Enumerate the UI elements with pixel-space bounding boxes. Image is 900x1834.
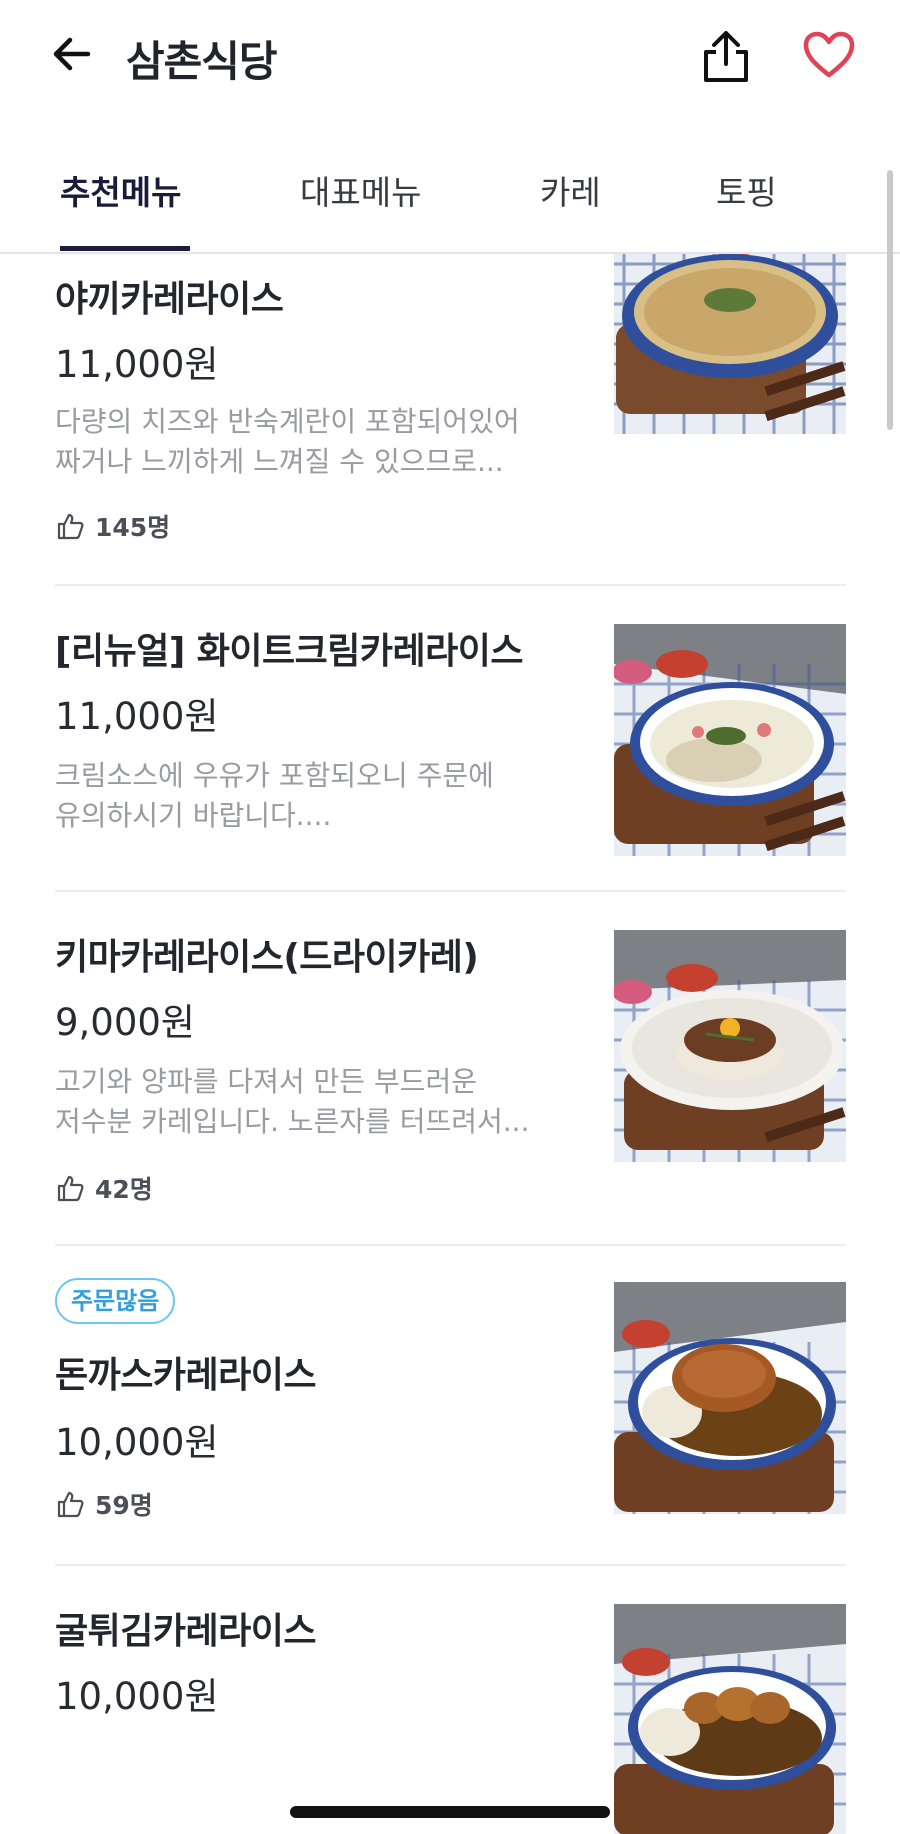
page-title: 삼촌식당 <box>126 37 278 86</box>
menu-item-price: 10,000원 <box>55 1421 219 1464</box>
menu-item-photo <box>614 254 846 434</box>
thumbs-up-icon <box>57 1175 84 1202</box>
thumbs-up-icon <box>57 1491 84 1518</box>
menu-item-photo <box>614 1604 846 1834</box>
menu-item-description: 고기와 양파를 다져서 만든 부드러운 저수분 카레입니다. 노른자를 터뜨려서… <box>55 1062 575 1142</box>
menu-item[interactable]: 굴튀김카레라이스 10,000원 <box>0 1566 900 1834</box>
like-count: 42명 <box>55 1170 153 1206</box>
description-line: 고기와 양파를 다져서 만든 부드러운 <box>55 1065 478 1098</box>
menu-item-name: 돈까스카레라이스 <box>55 1355 316 1396</box>
description-line: 다량의 치즈와 반숙계란이 포함되어있어 <box>55 405 520 438</box>
popular-badge: 주문많음 <box>55 1278 176 1324</box>
menu-item[interactable]: 키마카레라이스(드라이카레) 9,000원 고기와 양파를 다져서 만든 부드러… <box>0 892 900 1244</box>
menu-item-name: 야끼카레라이스 <box>55 279 284 320</box>
share-button[interactable] <box>700 28 752 84</box>
thumbs-up-icon <box>57 513 84 540</box>
active-tab-indicator <box>60 246 190 251</box>
menu-list: 야끼카레라이스 11,000원 다량의 치즈와 반숙계란이 포함되어있어 짜거나… <box>0 254 900 1834</box>
category-tabs: 추천메뉴 대표메뉴 카레 토핑 <box>0 150 900 254</box>
menu-item[interactable]: 주문많음 돈까스카레라이스 10,000원 59명 <box>0 1246 900 1566</box>
menu-item-photo <box>614 624 846 856</box>
menu-item-price: 11,000원 <box>55 695 219 738</box>
like-count: 59명 <box>55 1486 153 1522</box>
menu-item-photo <box>614 1282 846 1514</box>
menu-item[interactable]: [리뉴얼] 화이트크림카레라이스 11,000원 크림소스에 우유가 포함되오니… <box>0 586 900 892</box>
menu-item-name: [리뉴얼] 화이트크림카레라이스 <box>55 631 524 672</box>
menu-item-photo <box>614 930 846 1162</box>
menu-item-price: 11,000원 <box>55 343 219 386</box>
description-line: 저수분 카레입니다. 노른자를 터뜨려서... <box>55 1105 530 1138</box>
tab-signature[interactable]: 대표메뉴 <box>300 166 421 214</box>
favorite-button[interactable] <box>802 30 856 80</box>
heart-icon <box>803 31 855 78</box>
like-count-label: 145명 <box>95 513 171 542</box>
description-line: 짜거나 느끼하게 느껴질 수 있으므로... <box>55 445 504 478</box>
like-count-label: 42명 <box>95 1175 153 1204</box>
like-count-label: 59명 <box>95 1491 153 1520</box>
menu-item-name: 굴튀김카레라이스 <box>55 1611 316 1652</box>
menu-item-name: 키마카레라이스(드라이카레) <box>55 937 479 978</box>
menu-item-description: 크림소스에 우유가 포함되오니 주문에 유의하시기 바랍니다.... <box>55 756 575 836</box>
tab-recommended[interactable]: 추천메뉴 <box>60 166 181 214</box>
scrollbar[interactable] <box>887 170 893 430</box>
menu-item-price: 9,000원 <box>55 1001 195 1044</box>
arrow-left-icon <box>53 37 91 71</box>
tab-curry[interactable]: 카레 <box>540 166 601 214</box>
menu-item-price: 10,000원 <box>55 1675 219 1718</box>
menu-item-description: 다량의 치즈와 반숙계란이 포함되어있어 짜거나 느끼하게 느껴질 수 있으므로… <box>55 402 575 482</box>
description-line: 크림소스에 우유가 포함되오니 주문에 <box>55 759 494 792</box>
home-indicator[interactable] <box>290 1806 610 1818</box>
description-line: 유의하시기 바랍니다.... <box>55 799 332 832</box>
back-button[interactable] <box>48 30 96 78</box>
share-icon <box>704 31 748 82</box>
header: 삼촌식당 <box>0 0 900 120</box>
tab-topping[interactable]: 토핑 <box>716 166 777 214</box>
like-count: 145명 <box>55 508 170 544</box>
menu-item[interactable]: 야끼카레라이스 11,000원 다량의 치즈와 반숙계란이 포함되어있어 짜거나… <box>0 254 900 584</box>
